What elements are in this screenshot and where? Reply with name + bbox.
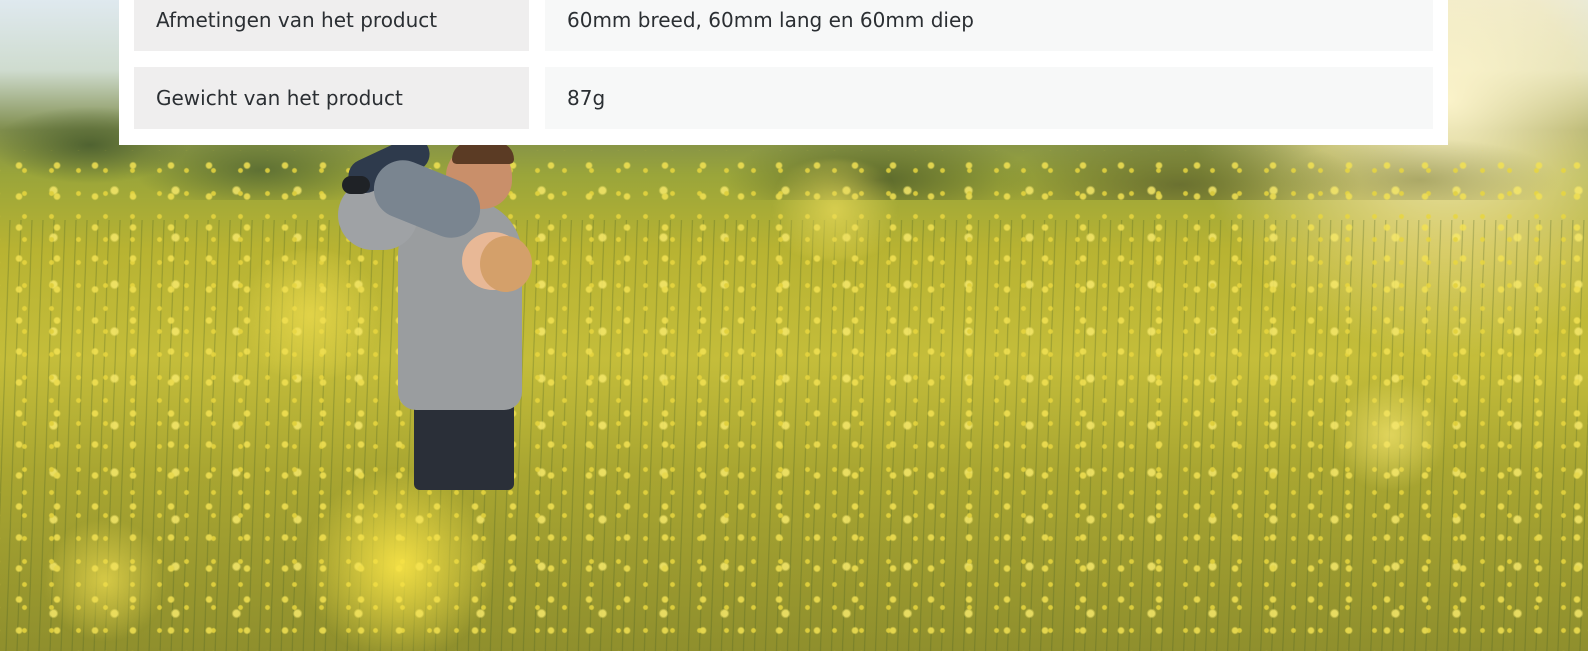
blurred-flower [1330,380,1450,490]
spec-row-dimensions: Afmetingen van het product 60mm breed, 6… [134,0,1433,51]
blurred-flower [300,470,500,651]
spec-value: 87g [545,67,1433,129]
spec-label: Afmetingen van het product [134,0,529,51]
spec-label: Gewicht van het product [134,67,529,129]
product-spec-table: Afmetingen van het product 60mm breed, 6… [119,0,1448,145]
spec-value: 60mm breed, 60mm lang en 60mm diep [545,0,1433,51]
blurred-flower [230,250,390,380]
spec-row-weight: Gewicht van het product 87g [134,67,1433,129]
blurred-flower [760,160,910,260]
man-legs [414,400,514,490]
child-shoe [342,176,370,194]
blurred-flower [40,520,170,640]
child-hair [480,236,532,292]
man-hair [452,142,514,164]
